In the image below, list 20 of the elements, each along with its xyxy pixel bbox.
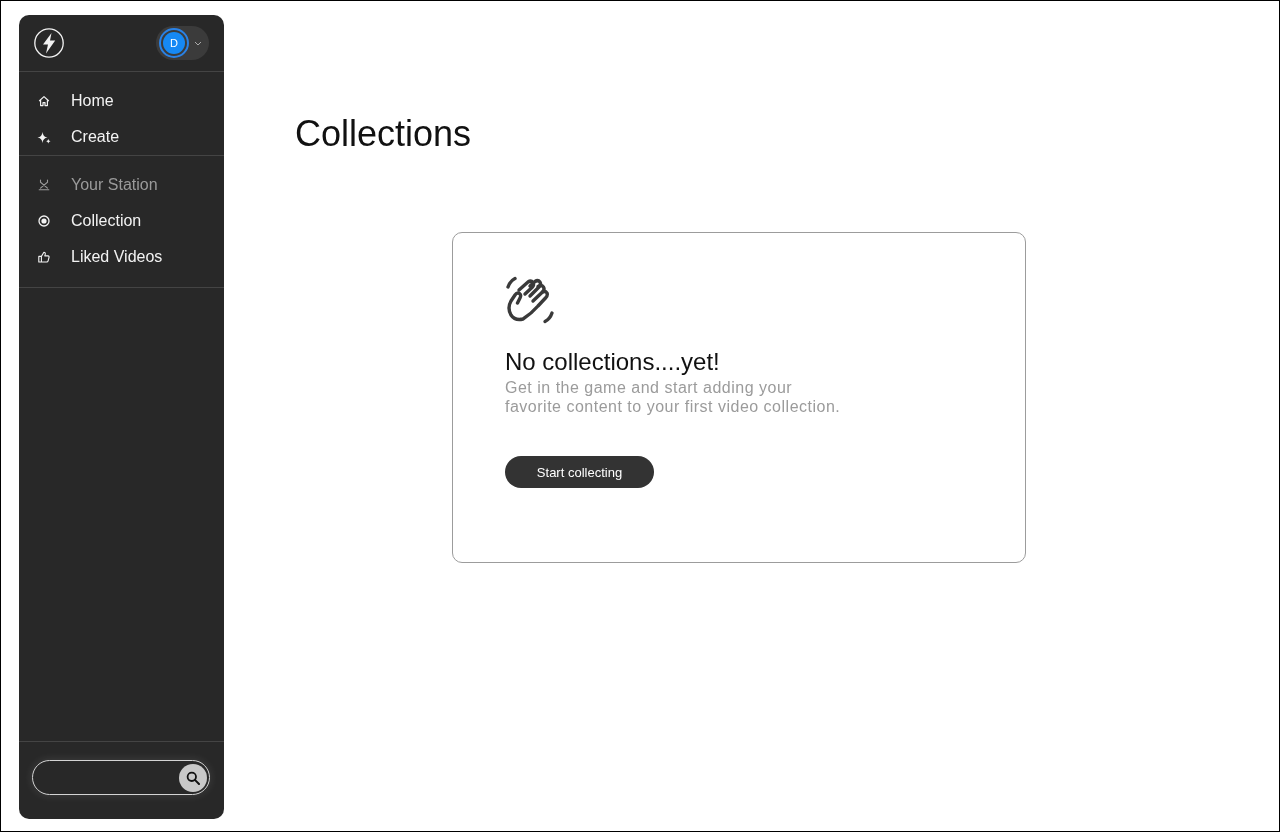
sparkle-icon <box>37 130 51 144</box>
thumbs-up-icon <box>38 251 50 263</box>
chevron-down-icon <box>194 40 202 46</box>
tower-icon <box>38 179 50 191</box>
target-icon <box>38 215 50 227</box>
avatar: D <box>159 28 189 58</box>
nav-item[interactable]: Liked Videos <box>19 239 224 275</box>
search-icon <box>186 770 200 785</box>
search-button[interactable] <box>179 763 207 792</box>
home-icon <box>38 95 50 107</box>
nav-item[interactable]: Collection <box>19 203 224 239</box>
nav-item[interactable]: Create <box>19 119 224 155</box>
waving-hand-icon <box>505 275 555 325</box>
nav-item[interactable]: Home <box>19 83 224 119</box>
page-title: Collections <box>295 112 473 155</box>
start-collecting-button[interactable]: Start collecting <box>505 456 654 488</box>
empty-state-message: Get in the game and start adding your favorite content to your first video collection. <box>505 378 842 416</box>
account-menu-button[interactable]: D <box>156 26 209 60</box>
empty-state-heading: No collections....yet! <box>505 347 721 376</box>
lightning-bolt-logo-icon[interactable] <box>34 28 64 58</box>
